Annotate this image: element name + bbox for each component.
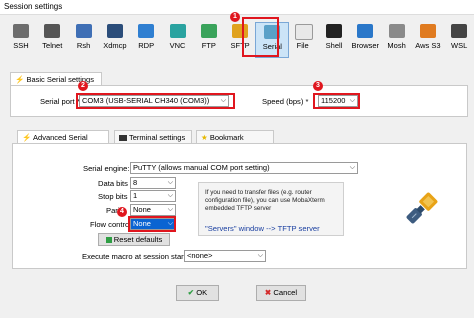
speed-label: Speed (bps) * bbox=[262, 97, 309, 106]
toolbar-item-label: Telnet bbox=[42, 41, 63, 50]
xdmcp-icon bbox=[106, 24, 123, 38]
macro-label: Execute macro at session start: bbox=[82, 252, 188, 261]
annotation-badge-4: 4 bbox=[117, 207, 127, 217]
terminal-icon bbox=[119, 135, 127, 142]
data-bits-label: Data bits bbox=[98, 179, 128, 188]
toolbar-item-telnet[interactable]: Telnet bbox=[36, 22, 68, 56]
toolbar-item-ftp[interactable]: FTP bbox=[193, 22, 225, 56]
toolbar-item-rdp[interactable]: RDP bbox=[130, 22, 162, 56]
toolbar-item-label: SSH bbox=[13, 41, 29, 50]
reset-defaults-button[interactable]: Reset defaults bbox=[98, 233, 170, 246]
annotation-badge-3: 3 bbox=[313, 81, 323, 91]
toolbar-item-label: VNC bbox=[169, 41, 186, 50]
toolbar-item-vnc[interactable]: VNC bbox=[162, 22, 194, 56]
stop-bits-value: 1 bbox=[133, 191, 138, 200]
shell-icon bbox=[326, 24, 342, 38]
chevron-down-icon: ⌵ bbox=[167, 192, 173, 199]
toolbar-item-label: Shell bbox=[325, 41, 343, 50]
telnet-icon bbox=[44, 24, 61, 38]
toolbar-item-wsl[interactable]: WSL bbox=[443, 22, 474, 56]
annotation-badge-1: 1 bbox=[230, 12, 240, 22]
toolbar-item-label: FTP bbox=[201, 41, 216, 50]
serial-plug-icon bbox=[400, 186, 444, 230]
toolbar-item-mosh[interactable]: Mosh bbox=[381, 22, 413, 56]
serial-engine-value: PuTTY (allows manual COM port setting) bbox=[133, 163, 270, 172]
reset-icon bbox=[105, 237, 112, 243]
toolbar-item-label: RDP bbox=[138, 41, 155, 50]
ok-label: OK bbox=[196, 288, 208, 297]
tab-bookmark-settings[interactable]: ★ Bookmark settings bbox=[196, 130, 274, 155]
chevron-down-icon: ⌵ bbox=[349, 164, 355, 171]
toolbar-item-label: File bbox=[296, 41, 309, 50]
toolbar-item-label: WSL bbox=[451, 41, 468, 50]
reset-defaults-label: Reset defaults bbox=[113, 235, 163, 244]
toolbar-item-rsh[interactable]: Rsh bbox=[68, 22, 100, 56]
stop-bits-label: Stop bits bbox=[98, 192, 128, 201]
data-bits-value: 8 bbox=[133, 178, 138, 187]
window-title: Session settings bbox=[4, 2, 63, 11]
macro-value: <none> bbox=[187, 251, 213, 260]
flow-control-highlight bbox=[128, 216, 176, 232]
toolbar-item-label: Rsh bbox=[76, 41, 91, 50]
wsl-icon bbox=[451, 24, 468, 38]
tftp-info-text: If you need to transfer files (e.g. rout… bbox=[205, 189, 325, 212]
ok-check-icon: ✔ bbox=[187, 288, 195, 297]
toolbar-item-label: Aws S3 bbox=[415, 41, 441, 50]
serial-engine-label: Serial engine: bbox=[83, 164, 130, 173]
serial-engine-select[interactable]: PuTTY (allows manual COM port setting) ⌵ bbox=[130, 162, 358, 174]
data-bits-select[interactable]: 8 ⌵ bbox=[130, 177, 176, 189]
toolbar-item-shell[interactable]: Shell bbox=[318, 22, 350, 56]
tftp-info-box: If you need to transfer files (e.g. rout… bbox=[198, 182, 344, 236]
toolbar-item-aws-s3[interactable]: Aws S3 bbox=[412, 22, 444, 56]
macro-select[interactable]: <none> ⌵ bbox=[184, 250, 266, 262]
star-icon: ★ bbox=[201, 133, 208, 142]
toolbar-item-ssh[interactable]: SSH bbox=[5, 22, 37, 56]
browser-icon bbox=[357, 24, 374, 38]
terminal-tab-label: Terminal settings bbox=[128, 133, 186, 142]
cancel-label: Cancel bbox=[273, 288, 298, 297]
chevron-down-icon: ⌵ bbox=[167, 179, 173, 186]
ssh-icon bbox=[13, 24, 29, 38]
serial-port-label: Serial port * bbox=[40, 97, 80, 106]
mosh-icon bbox=[388, 24, 405, 38]
aws-s3-icon bbox=[419, 24, 436, 38]
file-icon bbox=[294, 24, 313, 40]
tab-terminal-settings[interactable]: Terminal settings bbox=[114, 130, 192, 143]
chevron-down-icon: ⌵ bbox=[167, 206, 173, 213]
toolbar-item-label: Mosh bbox=[387, 41, 406, 50]
parity-select[interactable]: None ⌵ bbox=[130, 204, 176, 216]
annotation-badge-2: 2 bbox=[78, 81, 88, 91]
chevron-down-icon: ⌵ bbox=[257, 252, 263, 259]
toolbar-item-file[interactable]: File bbox=[287, 22, 319, 56]
serial-port-highlight bbox=[76, 93, 235, 109]
ftp-icon bbox=[200, 24, 217, 38]
speed-highlight bbox=[313, 93, 360, 109]
stop-bits-select[interactable]: 1 ⌵ bbox=[130, 190, 176, 202]
toolbar-item-browser[interactable]: Browser bbox=[349, 22, 381, 56]
flow-control-label: Flow control bbox=[90, 220, 131, 229]
tab-basic-serial-settings[interactable]: ⚡ Basic Serial settings bbox=[10, 72, 102, 85]
serial-cable-icon: ⚡ bbox=[15, 75, 25, 84]
serial-cable-icon: ⚡ bbox=[22, 133, 32, 142]
serial-highlight bbox=[242, 17, 279, 57]
rdp-icon bbox=[138, 24, 155, 38]
tab-advanced-serial-settings[interactable]: ⚡ Advanced Serial settings bbox=[17, 130, 109, 155]
toolbar-item-label: Xdmcp bbox=[103, 41, 127, 50]
parity-value: None bbox=[133, 205, 151, 214]
rsh-icon bbox=[75, 24, 92, 38]
toolbar-item-label: Browser bbox=[351, 41, 380, 50]
vnc-icon bbox=[169, 24, 186, 38]
cancel-button[interactable]: ✖ Cancel bbox=[256, 285, 306, 301]
close-icon: ✖ bbox=[264, 288, 272, 297]
toolbar-item-xdmcp[interactable]: Xdmcp bbox=[99, 22, 131, 56]
servers-window-hint: "Servers" window --> TFTP server bbox=[205, 224, 320, 233]
ok-button[interactable]: ✔ OK bbox=[176, 285, 219, 301]
